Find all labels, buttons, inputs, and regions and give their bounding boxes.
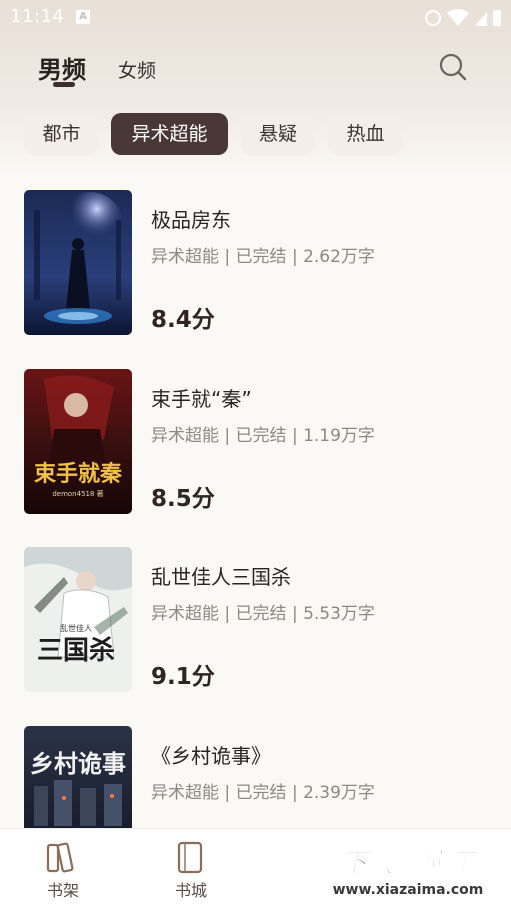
book-cover: 束手就秦 demon4518 著 (24, 369, 132, 514)
bookshelf-icon (46, 842, 74, 873)
nav-shelf-label: 书架 (46, 881, 79, 900)
book-list: 极品房东 异术超能 | 已完结 | 2.62万字 8.4分 束手就秦 demon… (0, 172, 511, 871)
cover-title: 束手就秦 (34, 461, 123, 487)
tab-female[interactable]: 女频 (118, 56, 156, 83)
book-meta: 异术超能 | 已完结 | 2.39万字 (151, 783, 375, 803)
nav-store-label: 书城 (174, 881, 207, 900)
cover-title: 乡村诡事 (30, 749, 126, 778)
tab-male[interactable]: 男频 (38, 50, 86, 85)
chip-rexue[interactable]: 热血 (328, 113, 403, 155)
cover-title: 三国杀 (37, 635, 115, 666)
watermark-logo: 下载吗应用 www.xiazaima.com (305, 836, 511, 906)
watermark-brand: 下载吗应用 (341, 848, 479, 879)
notification-icon: A (76, 10, 90, 24)
book-item[interactable]: 乱世佳人 三国杀 乱世佳人三国杀 异术超能 | 已完结 | 5.53万字 9.1… (0, 529, 511, 692)
status-icons (425, 9, 501, 26)
book-score: 9.1分 (151, 664, 215, 690)
status-bar: 11:14 A (0, 0, 511, 36)
battery-icon (493, 10, 501, 26)
nav-store[interactable]: 书城 (161, 839, 221, 900)
chip-yishuchaoneng[interactable]: 异术超能 (111, 113, 228, 155)
wifi-icon (447, 9, 469, 26)
book-score: 8.5分 (151, 486, 215, 512)
book-cover (24, 190, 132, 335)
book-item[interactable]: 束手就秦 demon4518 著 束手就“秦” 异术超能 | 已完结 | 1.1… (0, 351, 511, 514)
book-cover: 乱世佳人 三国杀 (24, 547, 132, 692)
book-score: 8.4分 (151, 307, 215, 333)
book-meta: 异术超能 | 已完结 | 2.62万字 (151, 247, 375, 267)
category-chips: 都市 异术超能 悬疑 热血 (0, 113, 511, 157)
signal-icon (475, 12, 487, 26)
dnd-icon (425, 10, 441, 26)
book-meta: 异术超能 | 已完结 | 5.53万字 (151, 604, 375, 624)
cover-author: demon4518 著 (52, 489, 103, 498)
book-title: 束手就“秦” (151, 387, 252, 411)
watermark-url: www.xiazaima.com (333, 882, 484, 898)
tab-active-indicator (53, 82, 75, 87)
chip-xuanyi[interactable]: 悬疑 (241, 113, 315, 155)
app-screen: 11:14 A 男频 女频 都市 异术超能 悬疑 热血 极品房东 异术超能 | … (0, 0, 511, 908)
book-title: 《乡村诡事》 (151, 744, 271, 768)
search-icon[interactable] (438, 52, 468, 82)
book-item[interactable]: 极品房东 异术超能 | 已完结 | 2.62万字 8.4分 (0, 172, 511, 335)
book-meta: 异术超能 | 已完结 | 1.19万字 (151, 426, 375, 446)
status-time: 11:14 (10, 6, 65, 27)
nav-shelf[interactable]: 书架 (33, 839, 93, 900)
cover-subtitle: 乱世佳人 (60, 623, 92, 633)
chip-dushi[interactable]: 都市 (24, 113, 99, 155)
book-title: 乱世佳人三国杀 (151, 565, 291, 589)
book-title: 极品房东 (151, 208, 231, 232)
book-icon (177, 841, 203, 874)
gender-tabs: 男频 女频 (0, 40, 511, 90)
